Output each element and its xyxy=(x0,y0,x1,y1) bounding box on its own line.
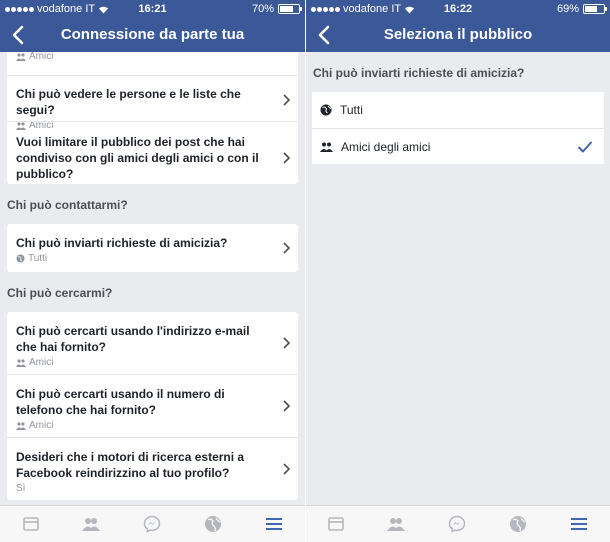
option-label: Amici degli amici xyxy=(341,139,431,154)
audience-label: Tutti xyxy=(28,253,48,264)
messenger-icon[interactable] xyxy=(143,515,161,533)
settings-row[interactable]: Vuoi limitare il pubblico dei post che h… xyxy=(7,121,298,193)
audience-label: Amici xyxy=(29,52,54,62)
right-screen: vodafone IT 16:22 69% Seleziona il pubbl… xyxy=(306,0,610,542)
friends-icon xyxy=(16,421,26,430)
status-bar: vodafone IT 16:22 69% xyxy=(306,0,610,18)
settings-list: Amici Chi può vedere le persone e le lis… xyxy=(0,52,305,505)
messenger-icon[interactable] xyxy=(448,515,466,533)
chevron-right-icon xyxy=(283,152,290,164)
setting-question: Chi può cercarti usando l'indirizzo e-ma… xyxy=(16,324,250,354)
news-feed-icon[interactable] xyxy=(327,515,345,533)
navigation-bar: Connessione da parte tua xyxy=(0,18,305,52)
option-public[interactable]: Tutti xyxy=(312,92,604,128)
section-title-search: Chi può cercarmi? xyxy=(7,286,113,300)
option-friends-of-friends[interactable]: Amici degli amici xyxy=(312,128,604,164)
chevron-right-icon xyxy=(283,463,290,475)
chevron-right-icon xyxy=(283,400,290,412)
status-bar: vodafone IT 16:21 70% xyxy=(0,0,305,18)
setting-question: Chi può inviarti richieste di amicizia? xyxy=(16,236,228,250)
page-title: Connessione da parte tua xyxy=(60,26,245,43)
friends-tab-icon[interactable] xyxy=(82,515,100,533)
battery-icon xyxy=(278,4,302,14)
audience-question: Chi può inviarti richieste di amicizia? xyxy=(313,66,525,80)
tab-bar xyxy=(306,505,610,542)
setting-question: Chi può cercarti usando il numero di tel… xyxy=(16,387,225,417)
settings-row[interactable]: Chi può inviarti richieste di amicizia? … xyxy=(7,224,298,272)
settings-card-search: Chi può cercarti usando l'indirizzo e-ma… xyxy=(7,312,298,500)
friends-icon xyxy=(16,52,26,61)
menu-icon[interactable] xyxy=(570,515,588,533)
settings-card-activity: Amici Chi può vedere le persone e le lis… xyxy=(7,52,298,184)
chevron-right-icon xyxy=(283,242,290,254)
friends-icon xyxy=(320,142,333,152)
news-feed-icon[interactable] xyxy=(22,515,40,533)
settings-row[interactable]: Chi può cercarti usando l'indirizzo e-ma… xyxy=(7,312,298,374)
notifications-globe-icon[interactable] xyxy=(509,515,527,533)
setting-question: Desideri che i motori di ricerca esterni… xyxy=(16,450,245,480)
option-label: Tutti xyxy=(340,103,363,117)
settings-row[interactable]: Amici xyxy=(7,52,298,75)
settings-row[interactable]: Chi può vedere le persone e le liste che… xyxy=(7,75,298,131)
audience-label: Amici xyxy=(29,357,54,368)
friends-tab-icon[interactable] xyxy=(387,515,405,533)
setting-question: Chi può vedere le persone e le liste che… xyxy=(16,87,241,117)
settings-card-contact: Chi può inviarti richieste di amicizia? … xyxy=(7,224,298,272)
audience-label: Amici xyxy=(29,420,54,431)
navigation-bar: Seleziona il pubblico xyxy=(306,18,610,52)
settings-row[interactable]: Chi può cercarti usando il numero di tel… xyxy=(7,374,298,437)
audience-options: Tutti Amici degli amici xyxy=(312,92,604,164)
battery-percent: 69% xyxy=(556,3,579,15)
battery-percent: 70% xyxy=(251,3,274,15)
checkmark-icon xyxy=(578,141,592,153)
setting-question: Vuoi limitare il pubblico dei post che h… xyxy=(16,135,259,181)
menu-icon[interactable] xyxy=(265,515,283,533)
tab-bar xyxy=(0,505,305,542)
left-screen: vodafone IT 16:21 70% Connessione da par… xyxy=(0,0,305,542)
globe-icon xyxy=(16,254,25,263)
notifications-globe-icon[interactable] xyxy=(204,515,222,533)
page-title: Seleziona il pubblico xyxy=(383,26,533,43)
friends-icon xyxy=(16,358,26,367)
audience-label: Sì xyxy=(16,483,26,494)
settings-row[interactable]: Desideri che i motori di ricerca esterni… xyxy=(7,437,298,500)
globe-icon xyxy=(320,104,332,116)
battery-icon xyxy=(583,4,607,14)
chevron-right-icon xyxy=(283,337,290,349)
section-title-contact: Chi può contattarmi? xyxy=(7,198,128,212)
chevron-right-icon xyxy=(283,94,290,106)
